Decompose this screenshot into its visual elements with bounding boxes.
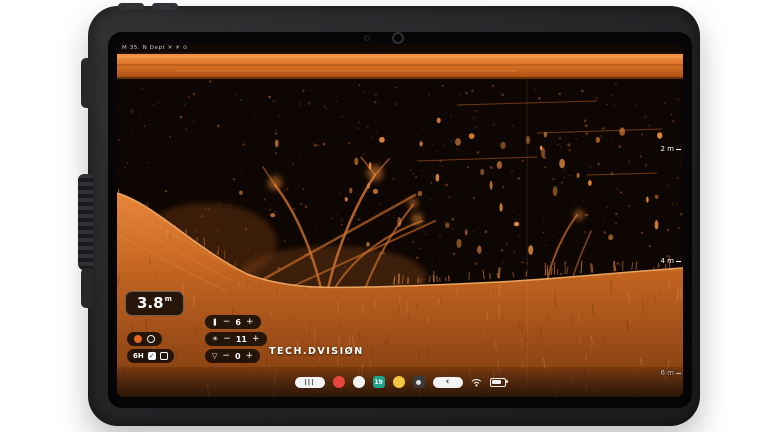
depth-tick (676, 149, 681, 150)
palette-toggle (127, 332, 162, 346)
gain-minus-button[interactable]: − (223, 318, 231, 327)
depth-readout: 3.8 m (125, 291, 184, 316)
sonar-app-screen[interactable]: M 35. N Dept ✕ ✕ ⊙ 2 m 4 m 6 m 3.8 m (117, 43, 683, 397)
status-strip: M 35. N Dept ✕ ✕ ⊙ (117, 43, 683, 54)
app-icon-yellow[interactable] (393, 376, 405, 388)
checkbox-checked[interactable]: ✓ (148, 352, 156, 360)
noise-plus-button[interactable]: + (246, 352, 254, 361)
palette-white-button[interactable] (147, 335, 155, 343)
depth-value: 3.8 (137, 294, 164, 312)
gain-control: ❚ − 6 + (205, 315, 261, 329)
app-icon-white[interactable] (353, 376, 365, 388)
sonar-image[interactable] (117, 43, 683, 397)
tablet-device: M 35. N Dept ✕ ✕ ⊙ 2 m 4 m 6 m 3.8 m (88, 6, 700, 426)
tablet-bezel: M 35. N Dept ✕ ✕ ⊙ 2 m 4 m 6 m 3.8 m (108, 32, 692, 408)
noise-control: ▽ − 0 + (205, 349, 260, 363)
brightness-plus-button[interactable]: + (252, 335, 260, 344)
gain-icon: ❚ (212, 318, 218, 326)
depth-unit: m (165, 295, 172, 303)
checkbox-empty[interactable] (160, 352, 168, 360)
history-toggle-group: 6H ✓ (127, 349, 174, 363)
surface-band (117, 52, 683, 79)
brightness-minus-button[interactable]: − (223, 335, 231, 344)
android-taskbar: ||| 19 ‹ (117, 367, 683, 397)
side-grip (78, 174, 94, 270)
depth-scale-4m: 4 m (661, 257, 682, 265)
wifi-icon (471, 378, 482, 387)
noise-filter-icon: ▽ (212, 352, 217, 360)
app-icon-camera[interactable] (413, 376, 425, 388)
history-label: 6H (133, 352, 144, 360)
power-button (118, 3, 144, 10)
brightness-value: 11 (236, 335, 247, 344)
gain-plus-button[interactable]: + (246, 318, 254, 327)
brightness-icon: ☀ (212, 335, 218, 343)
depth-tick (676, 261, 681, 262)
gain-value: 6 (235, 318, 241, 327)
depth-scale-2m: 2 m (661, 145, 682, 153)
depth-scale-label: 2 m (661, 145, 675, 153)
antenna-bump (81, 58, 95, 108)
brightness-control: ☀ − 11 + (205, 332, 267, 346)
watermark: TECH.DVISIØN (269, 346, 364, 357)
volume-button (152, 3, 178, 10)
battery-icon (490, 378, 506, 387)
recents-button[interactable]: ||| (295, 377, 325, 388)
back-button[interactable]: ‹ (433, 377, 463, 388)
noise-value: 0 (235, 352, 241, 361)
palette-orange-button[interactable] (134, 335, 142, 343)
app-icon-red[interactable] (333, 376, 345, 388)
light-sensor (364, 35, 370, 41)
front-camera (392, 32, 404, 44)
noise-minus-button[interactable]: − (222, 352, 230, 361)
photo-background: M 35. N Dept ✕ ✕ ⊙ 2 m 4 m 6 m 3.8 m (0, 0, 768, 432)
app-icon-calendar[interactable]: 19 (373, 376, 385, 388)
side-bump (81, 268, 93, 308)
depth-scale-label: 4 m (661, 257, 675, 265)
